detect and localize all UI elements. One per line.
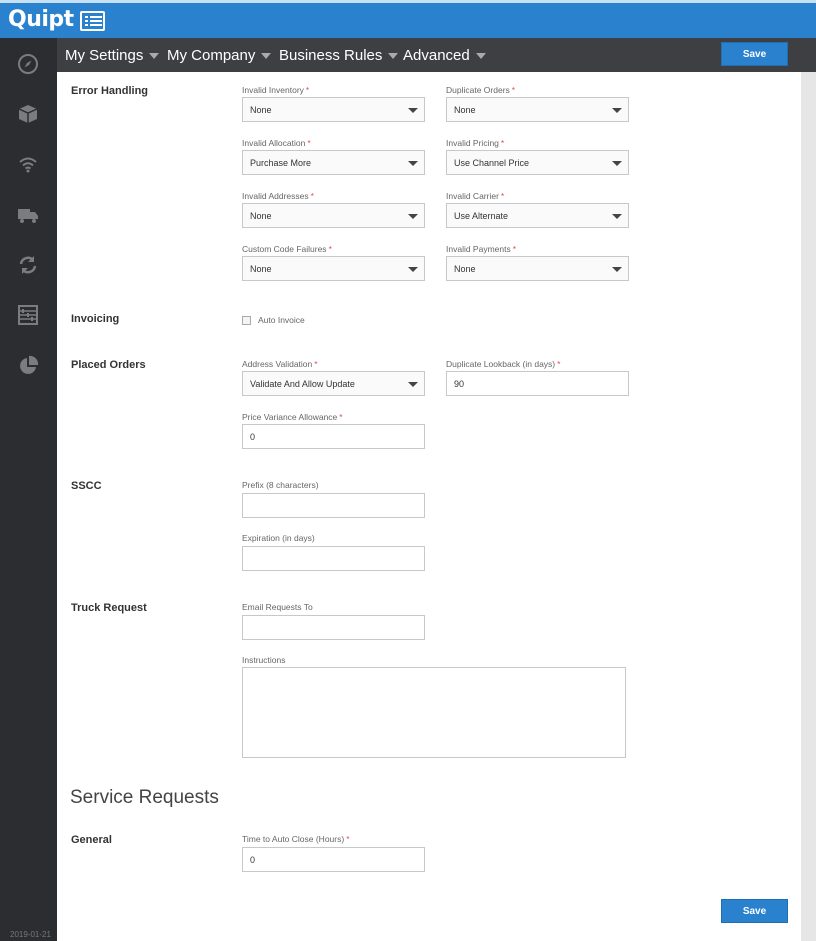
compass-icon[interactable] [16,52,40,76]
nav-label: My Company [167,47,256,64]
service-requests-heading: Service Requests [70,787,219,808]
duplicate-lookback-input[interactable]: 90 [446,371,629,396]
save-button-bottom[interactable]: Save [721,899,788,923]
caret-down-icon [149,53,160,60]
auto-invoice-label[interactable]: Auto Invoice [258,315,305,325]
sscc-expiration-input[interactable] [242,546,425,571]
pie-chart-icon[interactable] [16,354,40,378]
auto-close-input[interactable]: 0 [242,847,425,872]
field-label: Invalid Addresses * [242,191,314,201]
duplicate-orders-select[interactable]: None [446,97,629,122]
email-requests-input[interactable] [242,615,425,640]
box-icon[interactable] [16,102,40,126]
custom-code-failures-select[interactable]: None [242,256,425,281]
invalid-carrier-select[interactable]: Use Alternate [446,203,629,228]
field-label: Prefix (8 characters) [242,480,319,490]
field-label: Invalid Allocation * [242,138,311,148]
field-label: Time to Auto Close (Hours) * [242,834,350,844]
nav-business-rules[interactable]: Business Rules [279,47,399,64]
price-variance-input[interactable]: 0 [242,424,425,449]
section-error-handling: Error Handling [71,85,149,97]
caret-down-icon [388,53,399,60]
wifi-icon[interactable] [16,152,40,176]
nav-my-company[interactable]: My Company [167,47,272,64]
field-label: Invalid Payments * [446,244,517,254]
main-navbar: My Settings My Company Business Rules Ad… [57,38,816,72]
invalid-addresses-select[interactable]: None [242,203,425,228]
top-bar: Quipt [0,0,816,38]
sscc-prefix-input[interactable] [242,493,425,518]
sync-icon[interactable] [16,253,40,277]
field-label: Invalid Carrier * [446,191,505,201]
app-logo[interactable]: Quipt [8,7,74,32]
nav-label: Advanced [403,47,470,64]
field-label: Address Validation * [242,359,318,369]
field-label: Expiration (in days) [242,533,315,543]
sidebar: 2019-01-21 [0,38,57,941]
auto-invoice-checkbox[interactable] [242,316,251,325]
field-label: Invalid Inventory * [242,85,310,95]
field-label: Custom Code Failures * [242,244,332,254]
invalid-allocation-select[interactable]: Purchase More [242,150,425,175]
invalid-payments-select[interactable]: None [446,256,629,281]
section-placed-orders: Placed Orders [71,359,146,371]
field-label: Email Requests To [242,602,313,612]
abacus-icon[interactable] [16,303,40,327]
address-validation-select[interactable]: Validate And Allow Update [242,371,425,396]
invalid-pricing-select[interactable]: Use Channel Price [446,150,629,175]
list-menu-icon[interactable] [80,11,105,31]
section-truck-request: Truck Request [71,602,147,614]
caret-down-icon [261,53,272,60]
instructions-textarea[interactable] [242,667,626,758]
scrollbar[interactable] [801,72,816,941]
field-label: Instructions [242,655,286,665]
nav-label: My Settings [65,47,144,64]
field-label: Invalid Pricing * [446,138,505,148]
field-label: Duplicate Orders * [446,85,516,95]
section-sscc: SSCC [71,480,102,492]
version-date: 2019-01-21 [10,930,51,939]
field-label: Duplicate Lookback (in days) * [446,359,561,369]
section-invoicing: Invoicing [71,313,120,325]
caret-down-icon [475,53,486,60]
truck-icon[interactable] [16,203,40,227]
field-label: Price Variance Allowance * [242,412,343,422]
section-general: General [71,834,112,846]
nav-label: Business Rules [279,47,383,64]
nav-advanced[interactable]: Advanced [403,47,486,64]
nav-my-settings[interactable]: My Settings [65,47,160,64]
invalid-inventory-select[interactable]: None [242,97,425,122]
save-button-top[interactable]: Save [721,42,788,66]
